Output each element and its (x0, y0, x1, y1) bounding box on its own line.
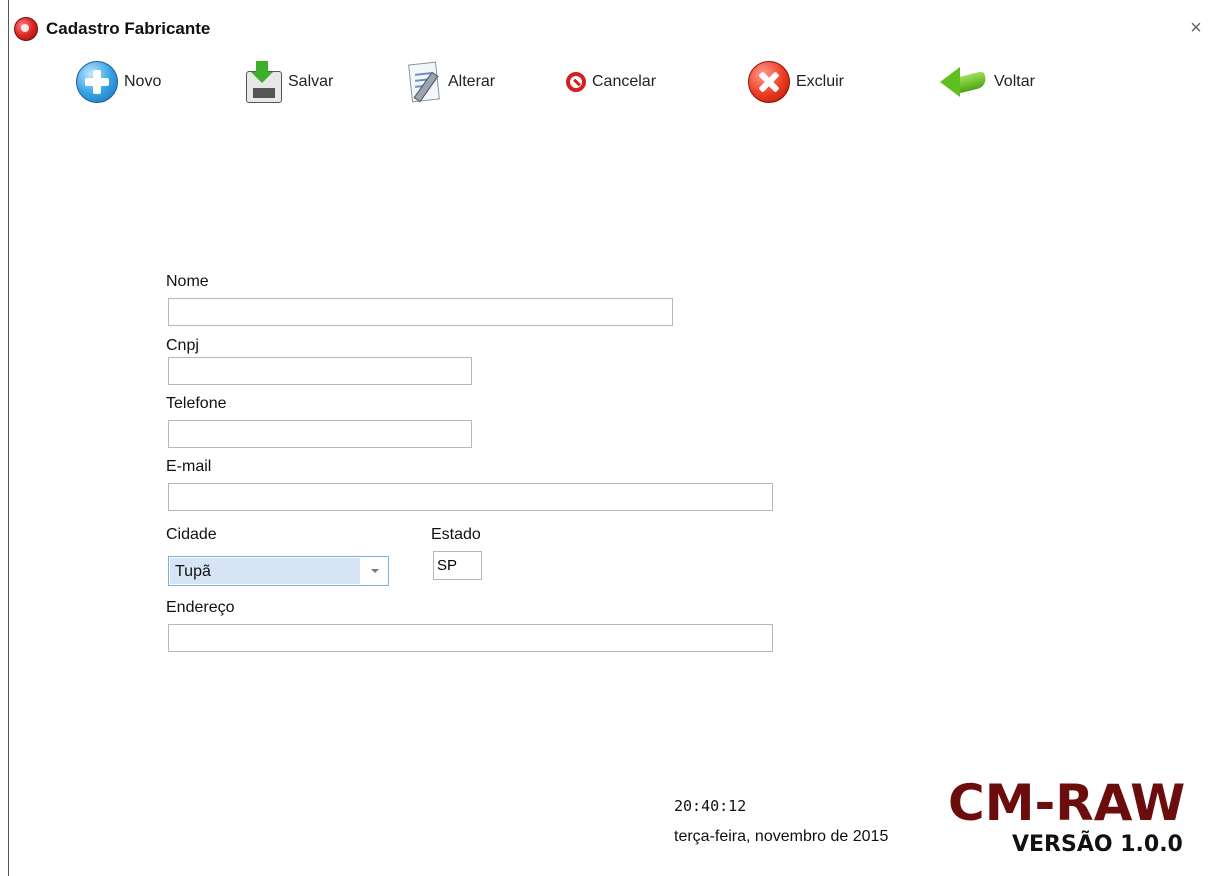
salvar-button[interactable]: Salvar (244, 58, 333, 106)
cancel-icon (566, 72, 586, 92)
cancelar-button[interactable]: Cancelar (566, 58, 656, 106)
cidade-select[interactable]: Tupã (168, 556, 389, 586)
cnpj-input[interactable] (168, 357, 472, 385)
plus-icon (76, 61, 118, 103)
alterar-button[interactable]: Alterar (408, 58, 495, 106)
voltar-label: Voltar (994, 73, 1035, 90)
title-bar: Cadastro Fabricante (14, 14, 210, 44)
close-button[interactable]: × (1184, 16, 1208, 40)
email-input[interactable] (168, 483, 773, 511)
endereco-input[interactable] (168, 624, 773, 652)
cancelar-label: Cancelar (592, 73, 657, 90)
email-label: E-mail (166, 458, 212, 475)
cnpj-label: Cnpj (166, 337, 199, 354)
nome-label: Nome (166, 273, 209, 290)
telefone-input[interactable] (168, 420, 472, 448)
excluir-button[interactable]: Excluir (748, 58, 844, 106)
save-icon (244, 61, 282, 103)
estado-input[interactable] (433, 551, 482, 580)
window-left-border (8, 0, 9, 876)
current-date: terça-feira, novembro de 2015 (674, 828, 889, 845)
alterar-label: Alterar (448, 73, 496, 90)
cidade-selected-value: Tupã (170, 558, 360, 584)
chevron-down-icon[interactable] (362, 557, 388, 585)
back-arrow-icon (940, 64, 988, 100)
estado-label: Estado (431, 526, 481, 543)
novo-button[interactable]: Novo (76, 58, 161, 106)
cidade-label: Cidade (166, 526, 217, 543)
version-text: VERSÃO 1.0.0 (1012, 832, 1183, 857)
brand-logo-text: CM-RAW (948, 774, 1186, 832)
app-logo-icon (14, 17, 38, 41)
endereco-label: Endereço (166, 599, 235, 616)
edit-document-icon (408, 61, 442, 103)
excluir-label: Excluir (796, 73, 845, 90)
delete-icon (748, 61, 790, 103)
voltar-button[interactable]: Voltar (940, 58, 1035, 106)
clock-time: 20:40:12 (674, 797, 747, 815)
telefone-label: Telefone (166, 395, 227, 412)
novo-label: Novo (124, 73, 162, 90)
nome-input[interactable] (168, 298, 673, 326)
salvar-label: Salvar (288, 73, 334, 90)
window-title: Cadastro Fabricante (46, 19, 211, 38)
